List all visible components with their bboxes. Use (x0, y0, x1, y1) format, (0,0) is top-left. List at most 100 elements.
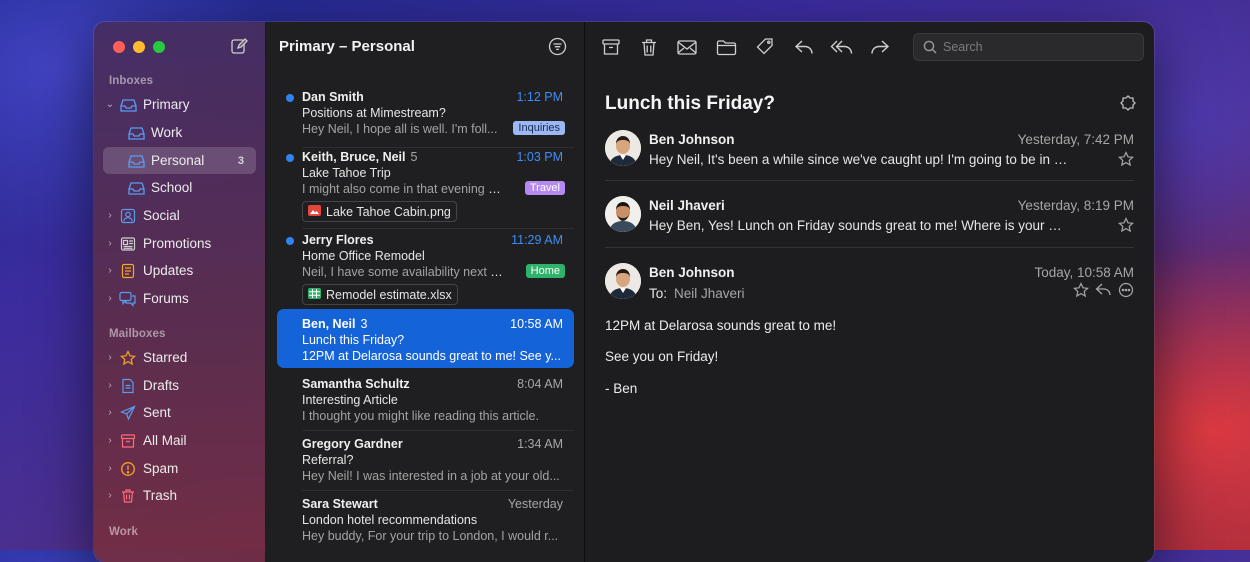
preview: 12PM at Delarosa sounds great to me! See… (302, 349, 561, 363)
message-date: Yesterday, 8:19 PM (1017, 198, 1134, 213)
sidebar: Inboxes ⌄ Primary Work Personal 3 School… (94, 22, 266, 562)
window-controls (113, 41, 165, 53)
chevron-right-icon[interactable]: › (103, 238, 117, 249)
sidebar-item-all-mail[interactable]: › All Mail (103, 427, 256, 454)
sidebar-item-drafts[interactable]: › Drafts (103, 372, 256, 399)
sidebar-item-primary[interactable]: ⌄ Primary (103, 91, 256, 118)
filter-icon[interactable] (548, 37, 567, 61)
sidebar-item-trash[interactable]: › Trash (103, 482, 256, 509)
chevron-right-icon[interactable]: › (103, 380, 117, 391)
tag-inquiries[interactable]: Inquiries (513, 121, 565, 135)
compose-icon[interactable] (230, 37, 248, 55)
avatar (605, 263, 641, 299)
sidebar-item-label: Drafts (143, 378, 180, 393)
folder-icon[interactable] (714, 35, 738, 59)
pop-out-icon[interactable] (1119, 94, 1137, 117)
list-item[interactable]: Gregory Gardner 1:34 AM Referral? Hey Nei… (277, 436, 574, 491)
reply-icon[interactable] (792, 35, 816, 59)
document-icon (119, 262, 137, 280)
list-item[interactable]: Samantha Schultz 8:04 AM Interesting Arti… (277, 376, 574, 431)
star-icon[interactable] (1118, 151, 1134, 172)
label-tag-icon[interactable] (753, 35, 777, 59)
people-icon (119, 207, 137, 225)
star-icon[interactable] (1118, 217, 1134, 238)
archive-box-icon (119, 432, 137, 450)
chevron-right-icon[interactable]: › (103, 490, 117, 501)
list-item[interactable]: Sara Stewart Yesterday London hotel recom… (277, 496, 574, 556)
mark-unread-icon[interactable] (675, 35, 699, 59)
list-item[interactable]: Dan Smith 1:12 PM Positions at Mimestream… (277, 89, 574, 148)
subject: Positions at Mimestream? (302, 106, 446, 120)
reply-icon[interactable] (1095, 282, 1112, 303)
thread-count: 5 (410, 150, 418, 164)
chevron-right-icon[interactable]: › (103, 210, 117, 221)
subject: Interesting Article (302, 393, 398, 407)
forward-icon[interactable] (868, 35, 892, 59)
thread-message[interactable]: Neil Jhaveri Yesterday, 8:19 PM Hey Ben,… (605, 194, 1134, 248)
sidebar-item-promotions[interactable]: › Promotions (103, 230, 256, 257)
chevron-right-icon[interactable]: › (103, 407, 117, 418)
zoom-window-button[interactable] (153, 41, 165, 53)
chevron-right-icon[interactable]: › (103, 265, 117, 276)
list-item[interactable]: Keith, Bruce, Neil 5 1:03 PM Lake Tahoe Tr… (277, 149, 574, 229)
newspaper-icon (119, 235, 137, 253)
trash-icon[interactable] (637, 35, 661, 59)
subject: Home Office Remodel (302, 249, 425, 263)
sidebar-item-label: Sent (143, 405, 171, 420)
search-input[interactable] (941, 39, 1135, 55)
archive-icon[interactable] (599, 35, 623, 59)
sidebar-item-social[interactable]: › Social (103, 202, 256, 229)
body-line: See you on Friday! (605, 349, 719, 364)
reply-all-icon[interactable] (830, 35, 854, 59)
thread-message[interactable]: Ben Johnson Yesterday, 7:42 PM Hey Neil,… (605, 128, 1134, 182)
close-window-button[interactable] (113, 41, 125, 53)
thread-count: 3 (360, 317, 368, 331)
sender: Ben, Neil (302, 317, 356, 331)
sidebar-item-label: Trash (143, 488, 178, 503)
chevron-right-icon[interactable]: › (103, 463, 117, 474)
subject: Lake Tahoe Trip (302, 166, 391, 180)
more-options-icon[interactable] (1118, 282, 1134, 303)
list-item-selected[interactable]: Ben, Neil 3 10:58 AM Lunch this Friday? 12… (277, 309, 574, 368)
body-line: 12PM at Delarosa sounds great to me! (605, 318, 837, 333)
chevron-right-icon[interactable]: › (103, 352, 117, 363)
sidebar-item-starred[interactable]: › Starred (103, 344, 256, 371)
preview: I thought you might like reading this ar… (302, 409, 539, 423)
minimize-window-button[interactable] (133, 41, 145, 53)
list-item[interactable]: Jerry Flores 11:29 AM Home Office Remodel… (277, 232, 574, 306)
to-label: To: (649, 286, 668, 301)
sidebar-item-label: Personal (151, 153, 205, 168)
sidebar-item-label: Promotions (143, 236, 212, 251)
time: 8:04 AM (517, 377, 563, 391)
paper-plane-icon (119, 404, 137, 422)
sidebar-item-label: Social (143, 208, 180, 223)
search-field[interactable] (913, 33, 1144, 61)
star-icon[interactable] (1073, 282, 1089, 303)
attachment-name: Remodel estimate.xlsx (326, 287, 452, 302)
attachment-chip[interactable]: Remodel estimate.xlsx (302, 284, 458, 305)
sidebar-item-sent[interactable]: › Sent (103, 399, 256, 426)
sender-name: Neil Jhaveri (649, 198, 725, 213)
recipient-line: To: Neil Jhaveri (649, 286, 745, 301)
sidebar-item-forums[interactable]: › Forums (103, 285, 256, 312)
time: Yesterday (507, 497, 563, 511)
time: 1:03 PM (516, 150, 563, 164)
message-preview: Hey Neil, It's been a while since we've … (649, 152, 1069, 167)
sidebar-item-spam[interactable]: › Spam (103, 455, 256, 482)
preview: Hey buddy, For your trip to London, I wo… (302, 529, 559, 543)
chevron-right-icon[interactable]: › (103, 435, 117, 446)
sidebar-item-label: Starred (143, 350, 188, 365)
sidebar-item-personal[interactable]: Personal 3 (103, 147, 256, 174)
chevron-right-icon[interactable]: › (103, 293, 117, 304)
chevron-down-icon[interactable]: ⌄ (103, 99, 117, 110)
attachment-chip[interactable]: Lake Tahoe Cabin.png (302, 201, 457, 222)
sidebar-item-work[interactable]: Work (103, 119, 256, 146)
sidebar-item-label: Primary (143, 97, 190, 112)
message-list: Primary – Personal Dan Smith 1:12 PM Posi… (266, 22, 585, 562)
tag-home[interactable]: Home (525, 264, 565, 278)
sidebar-item-updates[interactable]: › Updates (103, 257, 256, 284)
thread-message-expanded[interactable]: Ben Johnson Today, 10:58 AM To: Neil Jhav… (605, 261, 1134, 311)
sidebar-item-school[interactable]: School (103, 174, 256, 201)
image-file-icon (308, 204, 321, 220)
tag-travel[interactable]: Travel (524, 181, 565, 195)
